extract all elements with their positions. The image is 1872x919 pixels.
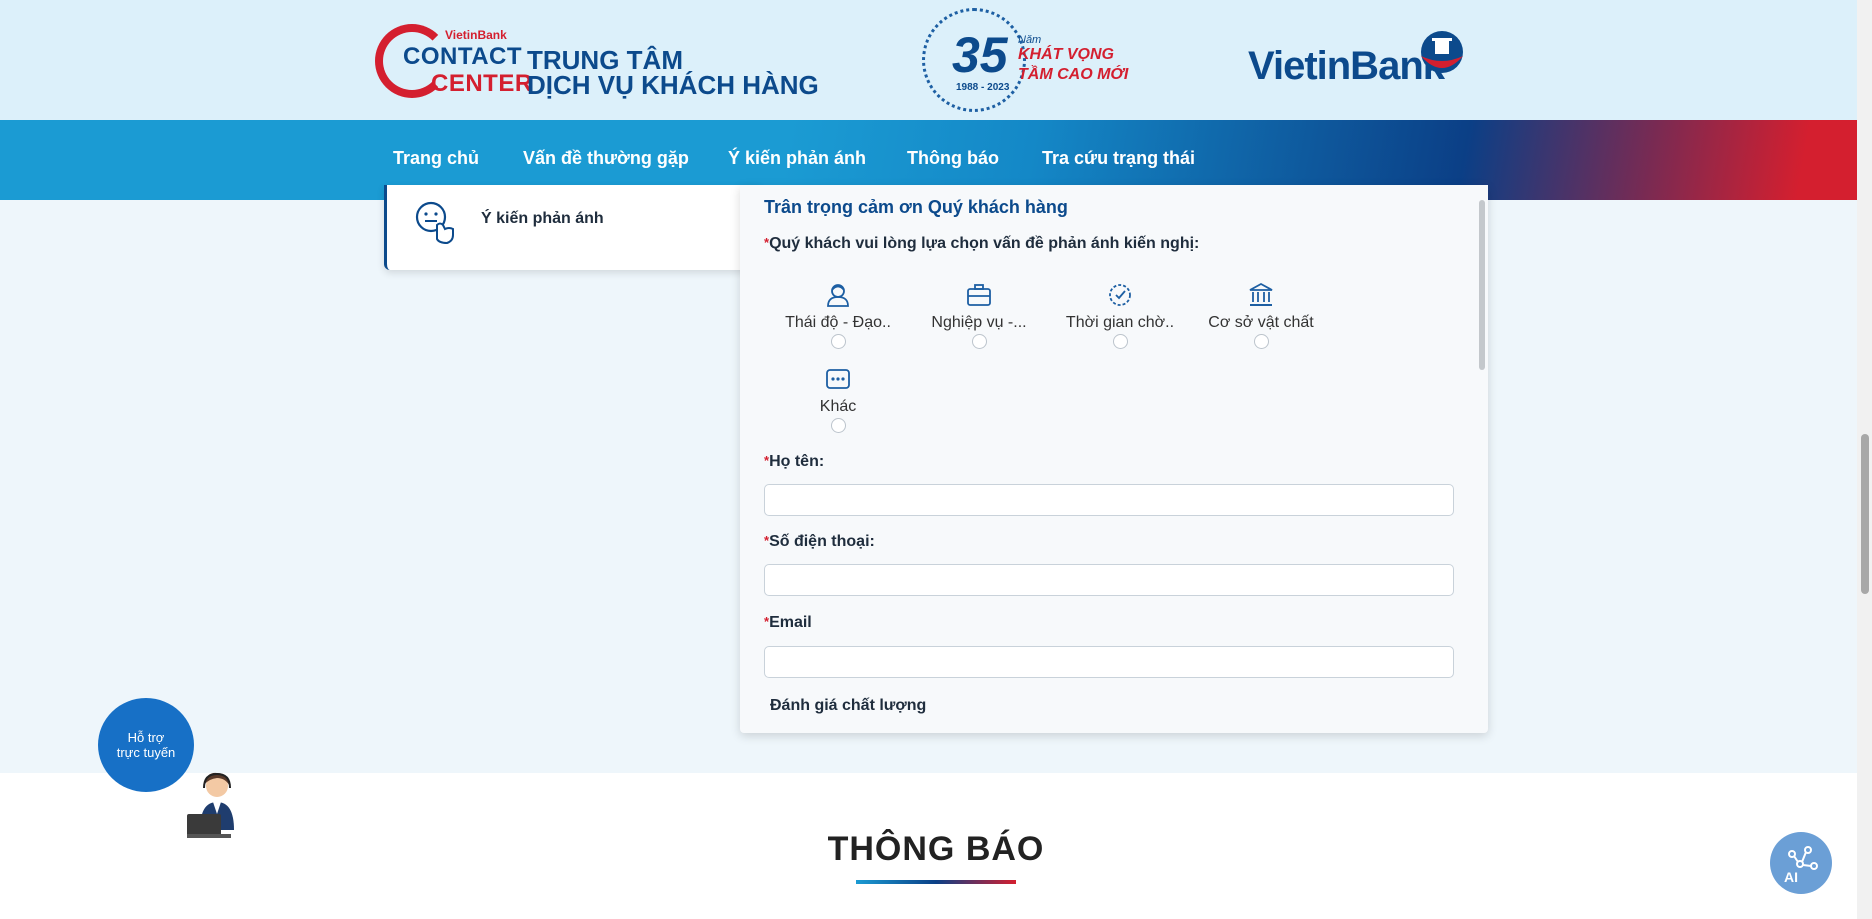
header: VietinBank CONTACT CENTER TRUNG TÂM DỊCH… [0, 0, 1872, 120]
support-agent-icon[interactable] [184, 770, 250, 840]
name-input[interactable] [764, 484, 1454, 516]
feedback-form: Trân trọng cảm ơn Quý khách hàng *Quý kh… [740, 185, 1488, 733]
ai-assistant-button[interactable]: AI [1770, 832, 1832, 894]
issue-option-operations[interactable]: Nghiệp vụ -... [914, 282, 1044, 349]
issue-option-label: Khác [819, 398, 857, 415]
phone-input[interactable] [764, 564, 1454, 596]
issue-option-label: Thái độ - Đạo.. [785, 314, 891, 331]
issue-option-radio[interactable] [971, 334, 987, 349]
anniversary-logo: 35 Năm 1988 - 2023 KHÁT VỌNG TẦM CAO MỚI [922, 8, 1128, 112]
anniversary-slogan-2: TẦM CAO MỚI [1018, 66, 1129, 83]
ai-network-icon: AI [1784, 846, 1818, 885]
issue-option-label: Nghiệp vụ -... [931, 314, 1027, 331]
contact-center-logo[interactable]: VietinBank CONTACT CENTER TRUNG TÂM DỊCH… [375, 22, 819, 100]
email-input[interactable] [764, 646, 1454, 678]
clock-icon [1109, 284, 1131, 306]
issue-option-wait-time[interactable]: Thời gian chờ.. [1055, 282, 1185, 349]
issue-option-radio[interactable] [830, 418, 846, 433]
email-label: *Email [764, 614, 812, 631]
name-label: *Họ tên: [764, 453, 825, 470]
staff-icon [827, 284, 849, 307]
anniversary-slogan-1: KHÁT VỌNG [1018, 46, 1114, 63]
support-line-2: trực tuyến [116, 745, 176, 760]
feedback-hand-icon [415, 201, 454, 245]
issue-option-attitude[interactable]: Thái độ - Đạo.. [773, 282, 903, 349]
online-support-button[interactable]: Hỗ trợ trực tuyến [98, 698, 194, 792]
issue-option-radio[interactable] [1253, 334, 1269, 349]
nav-item-notifications[interactable]: Thông báo [907, 148, 999, 169]
vietinbank-mark-icon [1421, 31, 1463, 73]
issue-option-radio[interactable] [830, 334, 846, 349]
side-menu-feedback-label: Ý kiến phản ánh [481, 210, 604, 227]
anniversary-number: 35 [952, 27, 1008, 83]
nav-item-status-lookup[interactable]: Tra cứu trạng thái [1042, 148, 1195, 169]
phone-label: *Số điện thoại: [764, 533, 875, 550]
issue-question-text: Quý khách vui lòng lựa chọn vấn đề phản … [769, 235, 1200, 252]
support-line-1: Hỗ trợ [127, 730, 165, 745]
cc-center-text: CENTER [431, 70, 533, 97]
issue-option-facilities[interactable]: Cơ sở vật chất [1196, 282, 1326, 349]
anniversary-nam: Năm [1018, 34, 1042, 46]
briefcase-icon [967, 284, 991, 306]
anniversary-years: 1988 - 2023 [956, 82, 1010, 93]
page-scrollbar-thumb[interactable] [1861, 434, 1869, 594]
side-menu-feedback[interactable]: Ý kiến phản ánh [384, 185, 760, 270]
form-thanks-text: Trân trọng cảm ơn Quý khách hàng [764, 197, 1068, 217]
nav-item-feedback[interactable]: Ý kiến phản ánh [728, 148, 866, 169]
nav-item-faq[interactable]: Vấn đề thường gặp [523, 148, 689, 169]
nav-item-home[interactable]: Trang chủ [393, 148, 479, 169]
issue-option-label: Cơ sở vật chất [1208, 314, 1314, 331]
issue-option-label: Thời gian chờ.. [1065, 314, 1175, 331]
notifications-title: THÔNG BÁO [827, 830, 1045, 868]
more-icon [826, 369, 850, 389]
issue-option-radio[interactable] [1112, 334, 1128, 349]
rating-label: Đánh giá chất lượng [770, 697, 927, 714]
form-scrollbar-thumb[interactable] [1479, 200, 1485, 370]
notifications-title-underline [856, 880, 1016, 884]
cc-contact-text: CONTACT [403, 43, 523, 70]
bank-building-icon [1249, 282, 1273, 306]
cc-brand-small: VietinBank [445, 28, 507, 42]
cc-title-line2: DỊCH VỤ KHÁCH HÀNG [527, 70, 819, 100]
ai-button-label: AI [1784, 869, 1798, 885]
issue-question-label: *Quý khách vui lòng lựa chọn vấn đề phản… [764, 235, 1199, 253]
issue-option-other[interactable]: Khác [773, 366, 903, 433]
